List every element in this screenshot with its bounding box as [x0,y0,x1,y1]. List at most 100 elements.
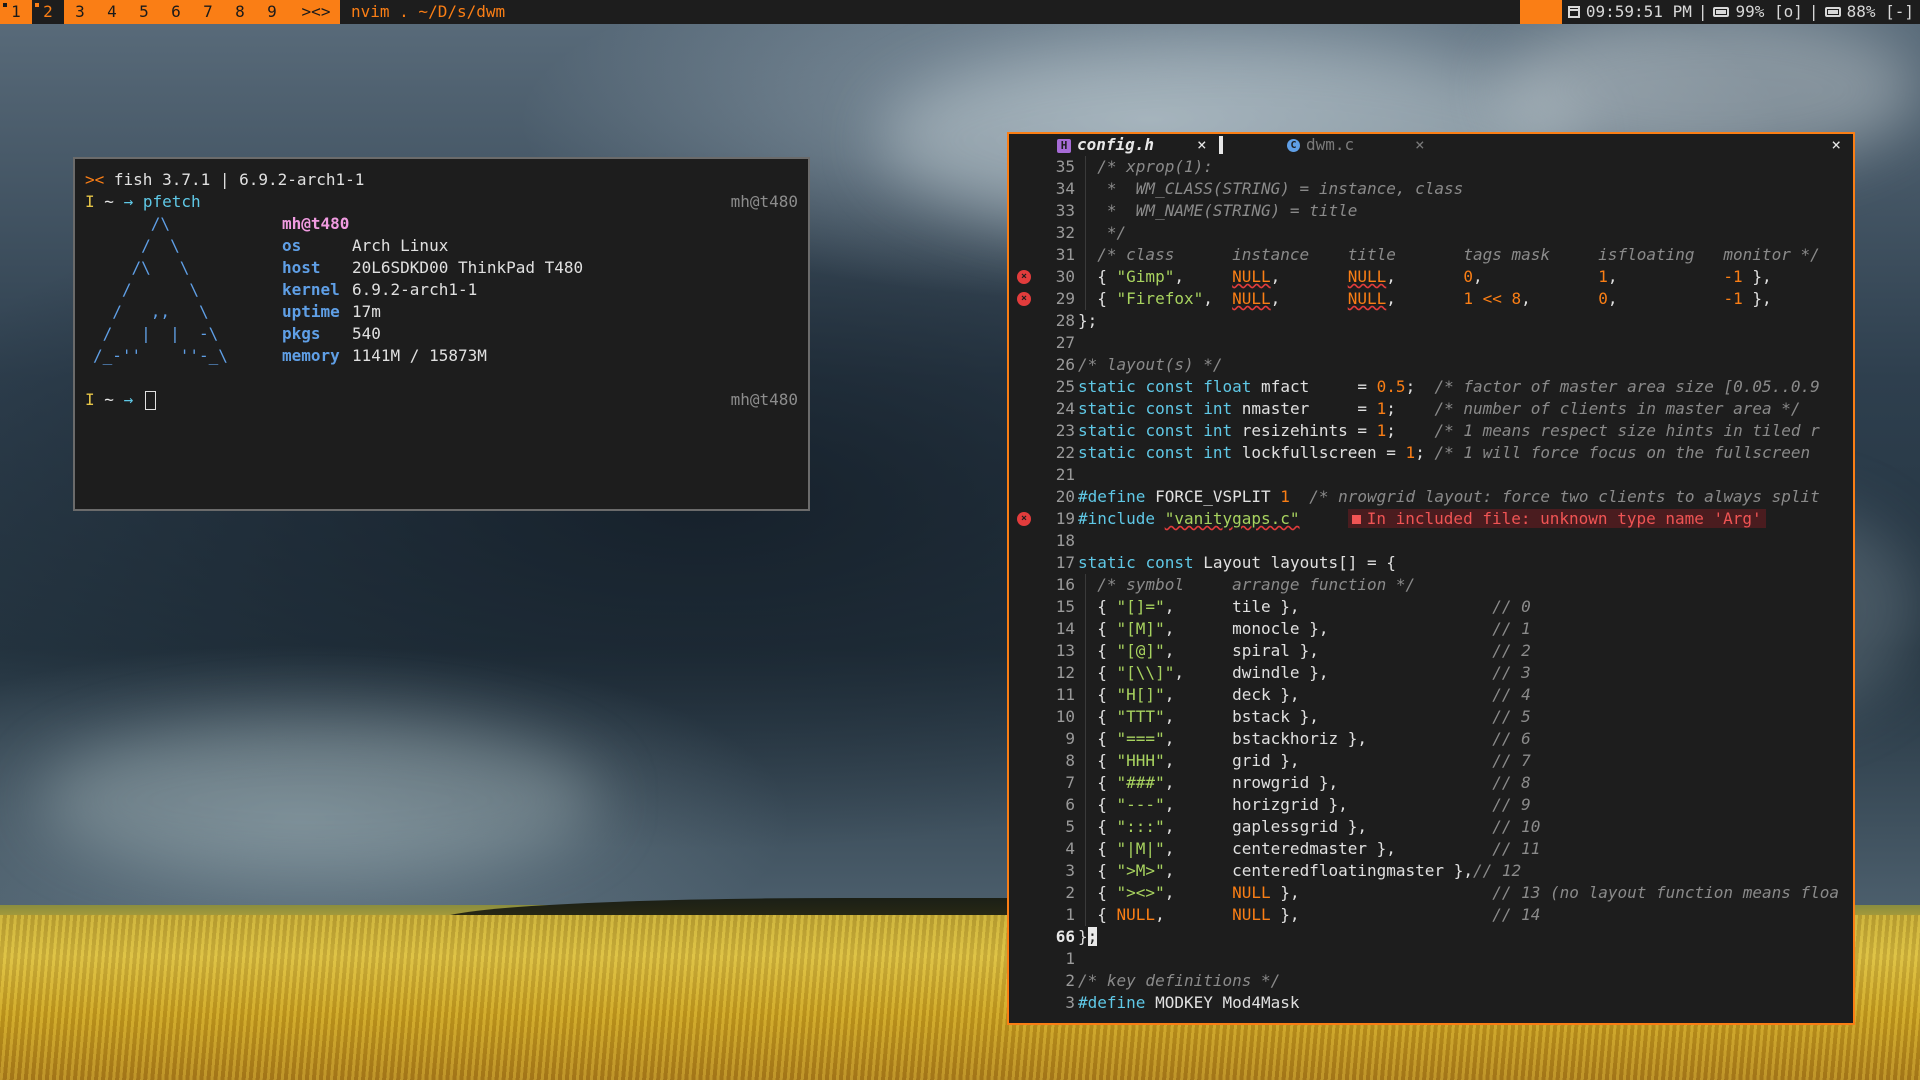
code-line[interactable]: 35 /* xprop(1): [1009,156,1853,178]
line-number: 18 [1055,531,1075,550]
code-text: /* class instance title tags mask isfloa… [1097,245,1820,264]
code-line[interactable]: 23 static const int resizehints = 1; /* 1… [1009,420,1853,442]
code-line[interactable]: 5 { ":::", gaplessgrid }, // 10 [1009,816,1853,838]
code-line[interactable]: 2/* key definitions */ [1009,970,1853,992]
code-line[interactable]: 7 { "###", nrowgrid }, // 8 [1009,772,1853,794]
error-sign-icon[interactable]: × [1017,270,1031,284]
code-text: { ">M>", centeredfloatingmaster },// 12 [1078,861,1522,880]
tag-4[interactable]: 4 [96,0,128,24]
code-text: /* symbol arrange function */ [1097,575,1416,594]
code-line[interactable]: 32 */ [1009,222,1853,244]
error-sign-icon[interactable]: × [1017,292,1031,306]
code-line[interactable]: 66}; [1009,926,1853,948]
line-number: 6 [1065,795,1075,814]
code-line[interactable]: 9 { "===", bstackhoriz }, // 6 [1009,728,1853,750]
code-line[interactable]: 21 [1009,464,1853,486]
pfetch-row: host 20L6SDKD00 ThinkPad T480 [282,258,584,277]
tag-6[interactable]: 6 [160,0,192,24]
tag-2[interactable]: 2 [32,0,64,24]
code-text: /* key definitions */ [1078,971,1281,990]
tab-close-button[interactable]: × [1197,134,1207,156]
code-line[interactable]: 15 { "[]=", tile }, // 0 [1009,596,1853,618]
code-line[interactable]: 6 { "---", horizgrid }, // 9 [1009,794,1853,816]
code-line[interactable]: 16 /* symbol arrange function */ [1009,574,1853,596]
code-line[interactable]: 34 * WM_CLASS(STRING) = instance, class [1009,178,1853,200]
line-number: 13 [1055,641,1075,660]
line-number: 7 [1065,773,1075,792]
line-number: 27 [1055,333,1075,352]
code-line[interactable]: 3 { ">M>", centeredfloatingmaster },// 1… [1009,860,1853,882]
code-line[interactable]: 28}; [1009,310,1853,332]
code-line[interactable]: 14 { "[M]", monocle }, // 1 [1009,618,1853,640]
code-text: { "[]=", tile }, // 0 [1078,597,1531,616]
clock: 09:59:51 PM [1585,2,1692,21]
tab-config-h[interactable]: Hconfig.h [1057,134,1154,156]
right-prompt: mh@t480 [730,192,798,211]
code-text: #define MODKEY Mod4Mask [1078,993,1300,1012]
pfetch-row: memory 1141M / 15873M [282,346,487,365]
code-line[interactable]: 1 { NULL, NULL }, // 14 [1009,904,1853,926]
system-status: 09:59:51 PM | 99% [o] | 88% [-] [1561,0,1920,24]
code-line[interactable]: × 30 { "Gimp", NULL, NULL, 0, 1, -1 }, [1009,266,1853,288]
line-number: 1 [1065,905,1075,924]
tabline: Hconfig.h × Cdwm.c × × [1009,134,1853,156]
editor-buffer[interactable]: 35 /* xprop(1): 34 * WM_CLASS(STRING) = i… [1009,156,1853,1014]
code-text: static const Layout layouts[] = { [1078,553,1396,572]
code-line[interactable]: 22 static const int lockfullscreen = 1; /… [1009,442,1853,464]
code-text: static const int nmaster = 1; /* number … [1078,399,1801,418]
line-number: 23 [1055,421,1075,440]
code-line[interactable]: 8 { "HHH", grid }, // 7 [1009,750,1853,772]
error-sign-icon[interactable]: × [1017,512,1031,526]
arch-logo-line: /\ [93,214,171,233]
code-line[interactable]: 11 { "H[]", deck }, // 4 [1009,684,1853,706]
tag-7[interactable]: 7 [192,0,224,24]
code-line[interactable]: 12 { "[\\]", dwindle }, // 3 [1009,662,1853,684]
close-icon[interactable]: × [1831,134,1841,156]
tab-dwm-c[interactable]: Cdwm.c [1287,134,1354,156]
code-text: #define FORCE_VSPLIT 1 /* nrowgrid layou… [1078,487,1820,506]
pfetch-row: os Arch Linux [282,236,449,255]
line-number: 17 [1055,553,1075,572]
code-line[interactable]: 25 static const float mfact = 0.5; /* fac… [1009,376,1853,398]
tag-8[interactable]: 8 [224,0,256,24]
line-number: 33 [1055,201,1075,220]
diagnostic-message[interactable]: In included file: unknown type name 'Arg… [1347,509,1766,528]
tab-separator [1219,136,1223,154]
code-line[interactable]: 10 { "TTT", bstack }, // 5 [1009,706,1853,728]
code-line[interactable]: 1 [1009,948,1853,970]
status-separator: | [1697,2,1708,21]
code-line[interactable]: 4 { "|M|", centeredmaster }, // 11 [1009,838,1853,860]
code-line[interactable]: 24 static const int nmaster = 1; /* numbe… [1009,398,1853,420]
code-line[interactable]: × 19 #include "vanitygaps.c" In included f… [1009,508,1853,530]
code-line[interactable]: 20 #define FORCE_VSPLIT 1 /* nrowgrid lay… [1009,486,1853,508]
fish-header: >< fish 3.7.1 | 6.9.2-arch1-1 [85,170,365,189]
code-line[interactable]: 17 static const Layout layouts[] = { [1009,552,1853,574]
code-line[interactable]: 2 { "><>", NULL }, // 13 (no layout func… [1009,882,1853,904]
tag-1[interactable]: 1 [0,0,32,24]
code-line[interactable]: 33 * WM_NAME(STRING) = title [1009,200,1853,222]
battery-2: 88% [-] [1846,2,1914,21]
layout-symbol[interactable]: ><> [292,0,340,24]
pfetch-row: uptime 17m [282,302,381,321]
line-number: 25 [1055,377,1075,396]
prompt-line[interactable]: I ~ → [85,389,156,411]
code-line[interactable]: × 29 { "Firefox", NULL, NULL, 1 << 8, 0, … [1009,288,1853,310]
terminal-window[interactable]: >< fish 3.7.1 | 6.9.2-arch1-1 I ~ → pfet… [73,157,810,511]
pfetch-user: mh@t480 [282,214,350,233]
tab-close-button[interactable]: × [1415,134,1425,156]
tag-5[interactable]: 5 [128,0,160,24]
code-line[interactable]: 13 { "[@]", spiral }, // 2 [1009,640,1853,662]
window-title[interactable]: nvim . ~/D/s/dwm [340,0,1520,24]
code-line[interactable]: 18 [1009,530,1853,552]
tag-3[interactable]: 3 [64,0,96,24]
nvim-window[interactable]: Hconfig.h × Cdwm.c × × 35 /* xprop(1): 34… [1007,132,1855,1025]
code-line[interactable]: 26/* layout(s) */ [1009,354,1853,376]
code-line[interactable]: 3 #define MODKEY Mod4Mask [1009,992,1853,1014]
error-icon [1351,515,1361,524]
code-line[interactable]: 31 /* class instance title tags mask isf… [1009,244,1853,266]
tag-9[interactable]: 9 [256,0,288,24]
code-text: { "|M|", centeredmaster }, // 11 [1078,839,1541,858]
code-line[interactable]: 27 [1009,332,1853,354]
code-text: { ":::", gaplessgrid }, // 10 [1078,817,1541,836]
code-text: #include "vanitygaps.c" In included file… [1078,508,1766,530]
